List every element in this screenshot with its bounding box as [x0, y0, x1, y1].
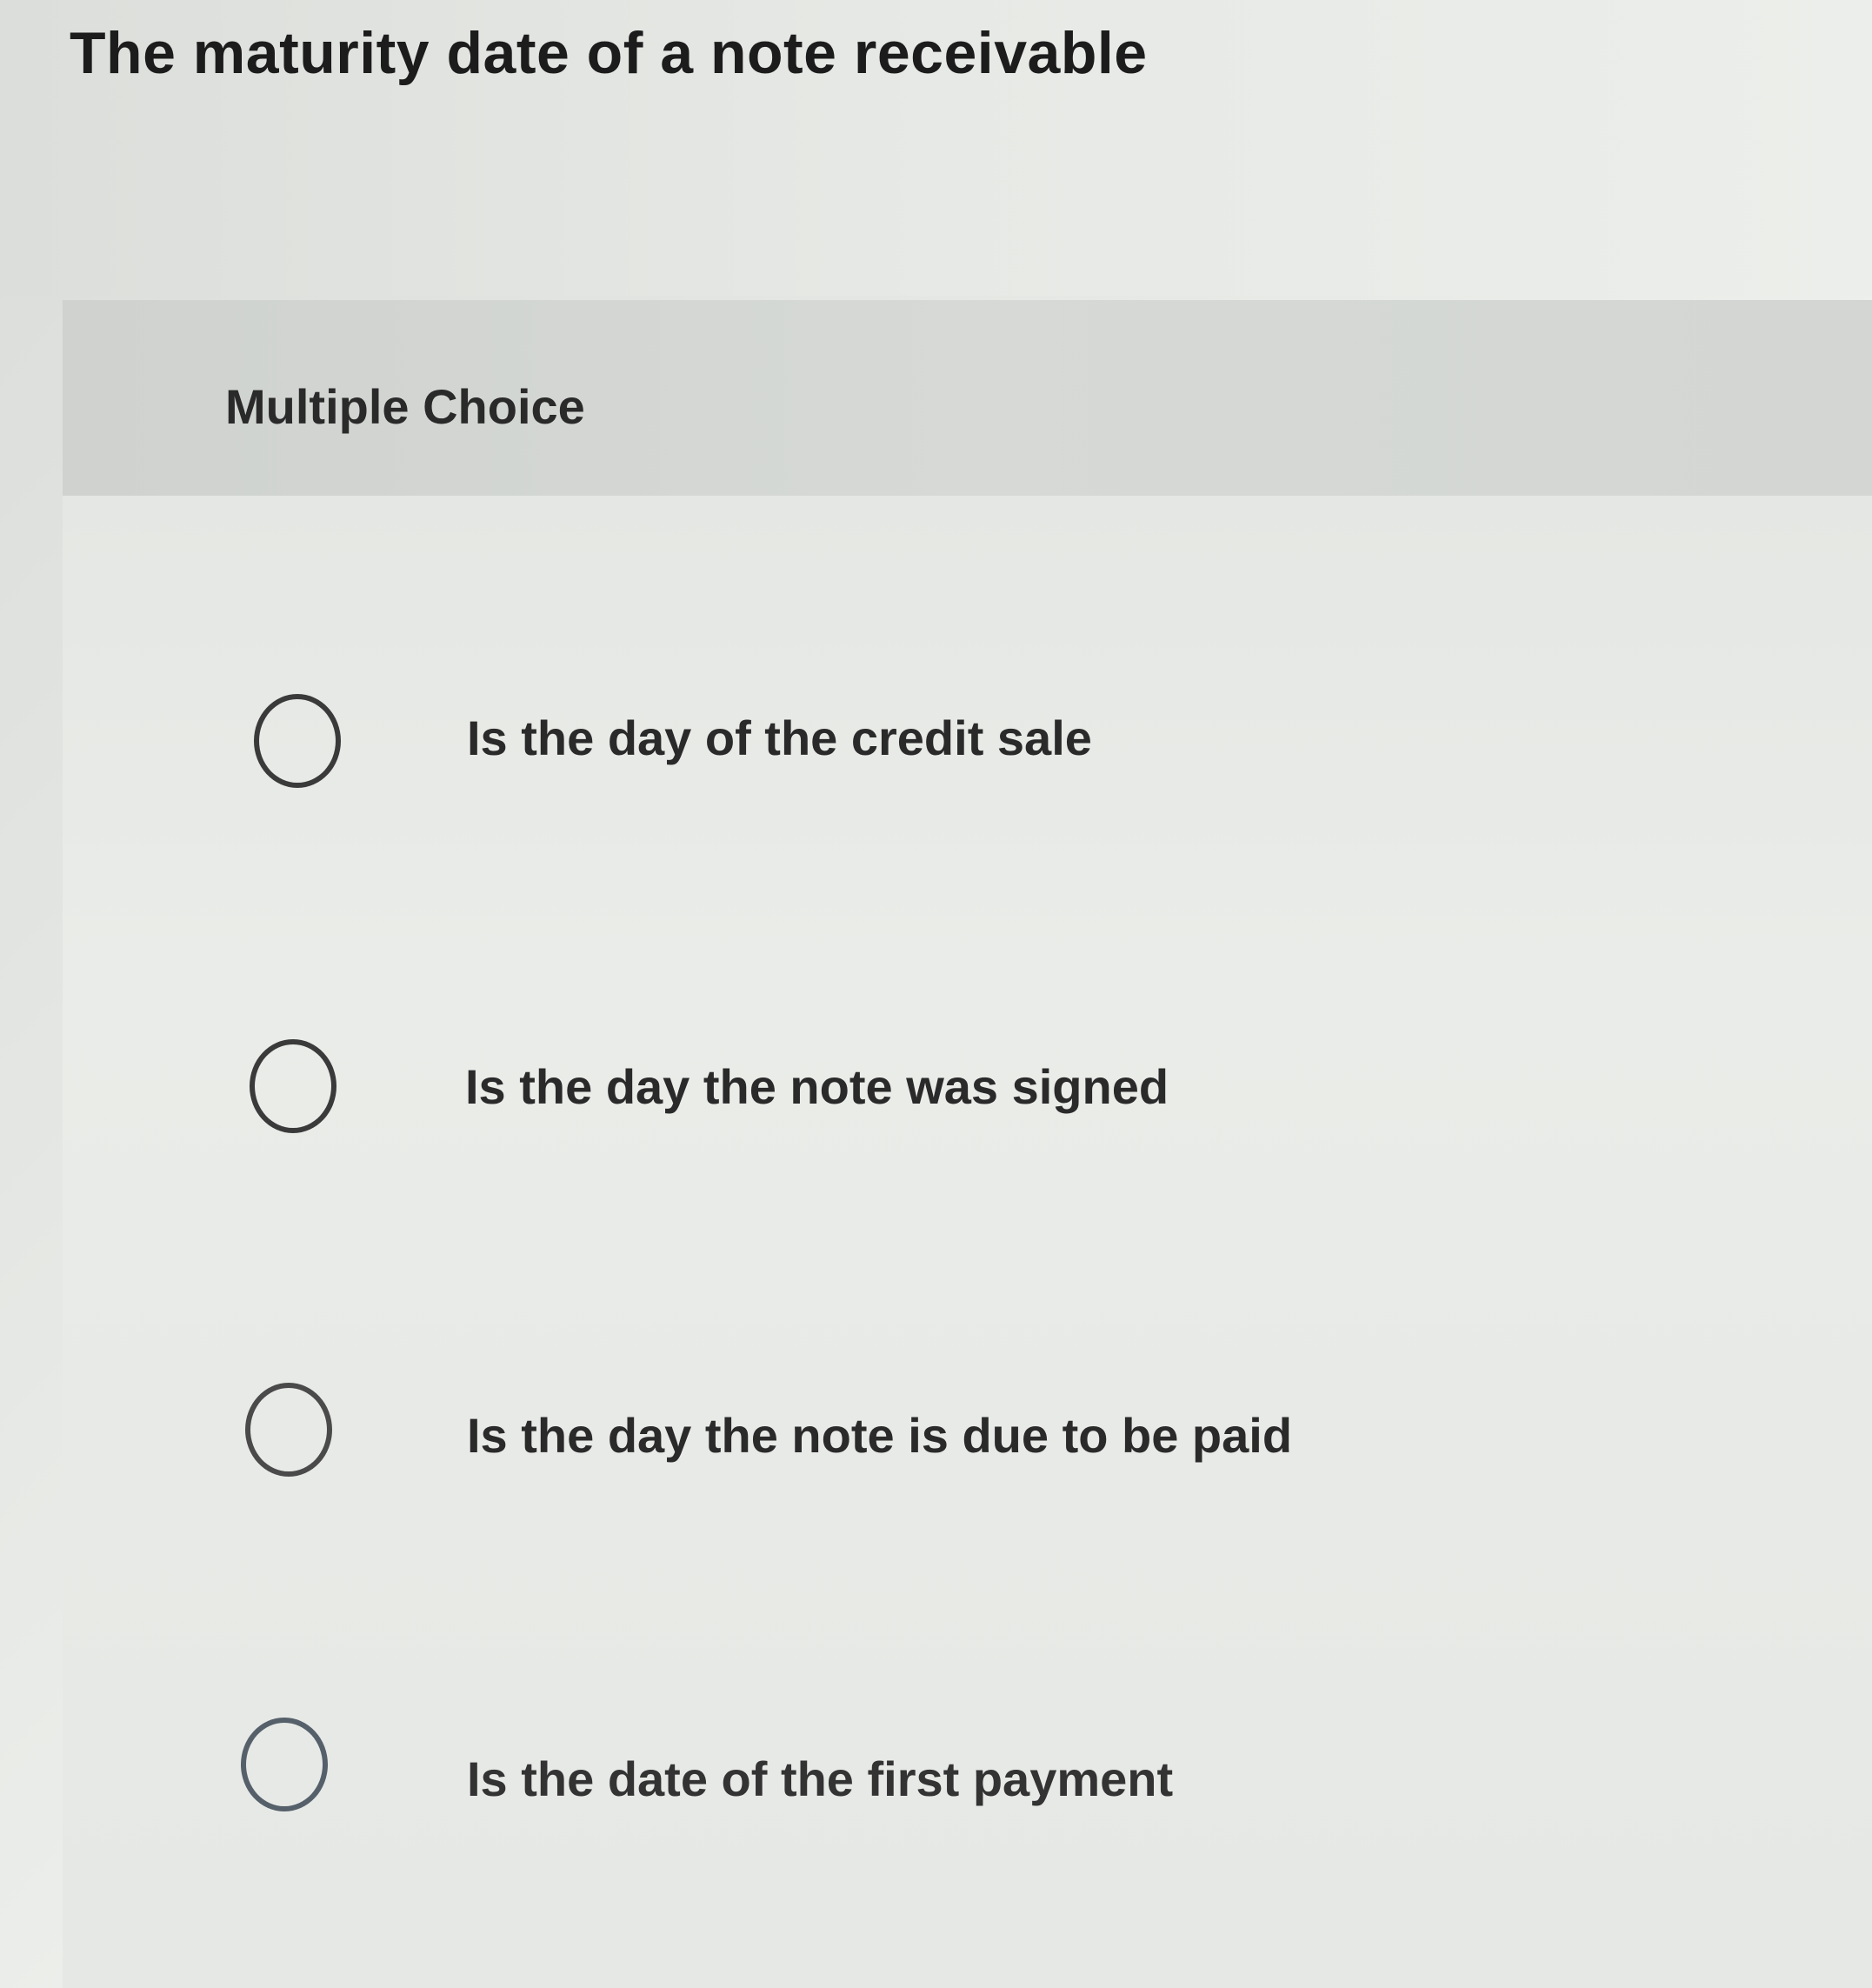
radio-button-icon[interactable] [241, 1718, 328, 1811]
radio-button-icon[interactable] [254, 694, 341, 788]
question-title: The maturity date of a note receivable [70, 20, 1148, 86]
question-area: The maturity date of a note receivable [0, 0, 1872, 296]
option-1[interactable]: Is the day of the credit sale [254, 694, 1471, 807]
option-4[interactable]: Is the date of the first payment [241, 1718, 1458, 1831]
multiple-choice-panel: Multiple Choice Is the day of the credit… [63, 300, 1872, 1988]
option-2[interactable]: Is the day the note was signed [250, 1039, 1467, 1152]
option-label[interactable]: Is the day the note was signed [465, 1058, 1169, 1115]
option-label[interactable]: Is the day of the credit sale [467, 710, 1092, 766]
option-3[interactable]: Is the day the note is due to be paid [245, 1383, 1462, 1496]
option-label[interactable]: Is the day the note is due to be paid [467, 1407, 1292, 1464]
option-label[interactable]: Is the date of the first payment [467, 1751, 1173, 1807]
radio-button-icon[interactable] [250, 1039, 336, 1133]
options-list: Is the day of the credit sale Is the day… [63, 300, 1872, 1988]
radio-button-icon[interactable] [245, 1383, 332, 1477]
